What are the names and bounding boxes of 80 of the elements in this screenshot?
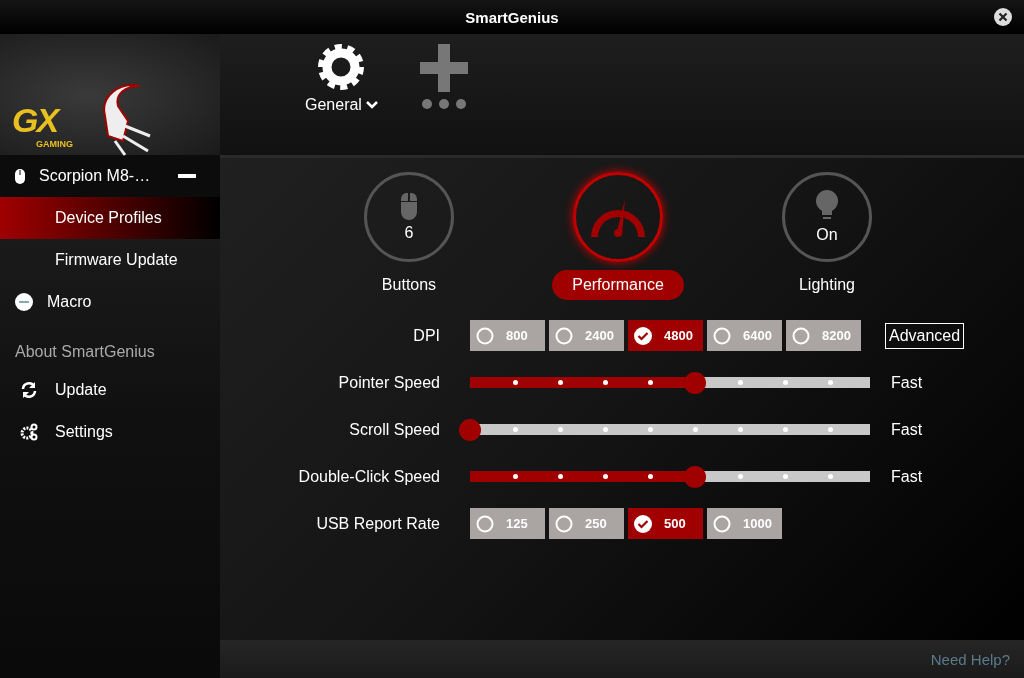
tick-dot bbox=[647, 474, 653, 479]
mouse-icon bbox=[15, 168, 25, 184]
tick-dot bbox=[602, 474, 608, 479]
sidebar-item-label: Scorpion M8-… bbox=[39, 167, 151, 185]
light-bulb-icon bbox=[815, 190, 839, 222]
radio-icon bbox=[792, 326, 810, 345]
sidebar-link[interactable]: Settings bbox=[0, 411, 220, 453]
sidebar-item[interactable]: Macro bbox=[0, 281, 220, 323]
tick-dot bbox=[782, 380, 788, 385]
radio-icon bbox=[476, 326, 494, 345]
tick-dot bbox=[647, 380, 653, 385]
window-title: SmartGenius bbox=[465, 8, 559, 26]
setting-label: Pointer Speed bbox=[337, 373, 440, 392]
tick-dot bbox=[512, 427, 518, 432]
sidebar-item-label: Macro bbox=[47, 293, 92, 311]
mode-label: Lighting bbox=[797, 275, 856, 295]
setting-label: USB Report Rate bbox=[315, 514, 440, 533]
plus-icon bbox=[419, 44, 468, 92]
radio-icon bbox=[713, 514, 731, 533]
tick-dot bbox=[602, 427, 608, 432]
collapse-icon[interactable] bbox=[178, 174, 197, 178]
sidebar-item[interactable]: Scorpion M8-… bbox=[0, 155, 220, 197]
option-button[interactable]: 500 bbox=[628, 508, 703, 539]
chevron-down-icon bbox=[365, 101, 378, 109]
sidebar-link-label: Settings bbox=[55, 423, 113, 441]
mode-label: Performance bbox=[552, 270, 684, 300]
tick-dot bbox=[512, 380, 518, 385]
setting-label: DPI bbox=[412, 326, 440, 345]
slider-thumb[interactable] bbox=[459, 418, 481, 441]
more-icon bbox=[420, 98, 467, 110]
slider-thumb[interactable] bbox=[684, 371, 706, 394]
help-link[interactable]: Need Help? bbox=[930, 650, 1010, 668]
tick-dot bbox=[737, 427, 743, 432]
logo-mark: GX bbox=[12, 102, 58, 138]
slider-end-label: Fast bbox=[891, 373, 923, 392]
tick-dot bbox=[557, 427, 563, 432]
slider-thumb[interactable] bbox=[684, 465, 706, 488]
mode-value: On bbox=[816, 226, 838, 244]
tick-dot bbox=[647, 427, 653, 432]
tick-dot bbox=[827, 427, 833, 432]
tick-dot bbox=[827, 380, 833, 385]
check-icon bbox=[634, 326, 652, 345]
mode-tab[interactable]: 6 Buttons bbox=[344, 172, 474, 300]
mode-tab[interactable]: On Lighting bbox=[762, 172, 892, 300]
option-button[interactable]: 4800 bbox=[628, 320, 703, 351]
tick-dot bbox=[512, 474, 518, 479]
mode-label: Buttons bbox=[380, 275, 438, 295]
tick-dot bbox=[737, 380, 743, 385]
gear-icon bbox=[318, 44, 365, 90]
section-title: About SmartGenius bbox=[14, 342, 156, 362]
radio-icon bbox=[476, 514, 494, 533]
radio-icon bbox=[713, 326, 731, 345]
mode-value: 6 bbox=[404, 224, 414, 242]
mouse-icon bbox=[400, 192, 418, 220]
advanced-button[interactable]: Advanced bbox=[885, 322, 965, 349]
refresh-icon bbox=[20, 381, 38, 399]
tick-dot bbox=[827, 474, 833, 479]
logo-tagline: GAMING bbox=[36, 140, 73, 149]
tick-dot bbox=[557, 380, 563, 385]
sidebar-subitem[interactable]: Device Profiles bbox=[0, 197, 220, 239]
gears-icon bbox=[20, 423, 38, 441]
tick-dot bbox=[602, 380, 608, 385]
mode-tab[interactable]: Performance bbox=[553, 172, 683, 300]
setting-label: Scroll Speed bbox=[348, 420, 440, 439]
check-icon bbox=[634, 514, 652, 533]
sidebar-subitem[interactable]: Firmware Update bbox=[0, 239, 220, 281]
slider-end-label: Fast bbox=[891, 420, 923, 439]
tick-dot bbox=[557, 474, 563, 479]
tick-dot bbox=[782, 474, 788, 479]
tick-dot bbox=[782, 427, 788, 432]
tick-dot bbox=[692, 427, 698, 432]
setting-label: Double-Click Speed bbox=[297, 467, 440, 486]
radio-icon bbox=[555, 514, 573, 533]
slider-end-label: Fast bbox=[891, 467, 923, 486]
tick-dot bbox=[737, 474, 743, 479]
radio-icon bbox=[555, 326, 573, 345]
header-tab[interactable]: General bbox=[305, 44, 378, 155]
close-icon[interactable] bbox=[994, 8, 1012, 26]
sidebar-link[interactable]: Update bbox=[0, 369, 220, 411]
sidebar-link-label: Update bbox=[55, 381, 107, 399]
